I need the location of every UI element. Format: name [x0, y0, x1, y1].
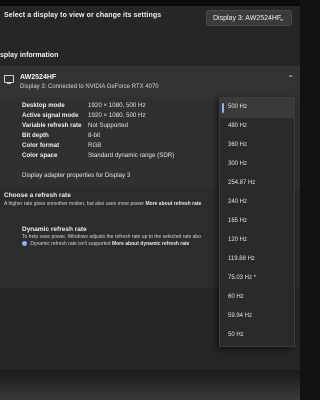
settings-window: Select a display to view or change its s… — [0, 6, 300, 370]
info-key: Variable refresh rate — [22, 122, 82, 129]
refresh-rate-option[interactable]: 50 Hz — [220, 326, 294, 346]
screen-bezel-bottom — [0, 370, 300, 400]
option-label: 119.88 Hz — [228, 256, 255, 262]
monitor-name: AW2524HF — [20, 74, 57, 81]
dynamic-refresh-rate-note: Dynamic refresh rate isn't supported Mor… — [22, 241, 189, 247]
option-label: 360 Hz — [228, 142, 248, 148]
option-label: 50 Hz — [228, 332, 244, 338]
refresh-rate-option[interactable]: 59.94 Hz — [220, 307, 294, 327]
monitor-icon — [4, 75, 14, 84]
more-about-refresh-rate-link[interactable]: More about refresh rate — [145, 201, 201, 207]
option-label: 59.94 Hz — [228, 313, 253, 319]
info-value: Not Supported — [88, 122, 128, 129]
display-info-header[interactable]: AW2524HF Display 3: Connected to NVIDIA … — [0, 66, 300, 98]
refresh-rate-option[interactable]: 119.88 Hz — [220, 250, 294, 270]
option-label: 120 Hz — [228, 237, 248, 243]
info-icon — [22, 241, 27, 246]
refresh-rate-option[interactable]: 240 Hz — [220, 193, 294, 213]
info-value: 1920 × 1080, 500 Hz — [88, 112, 146, 119]
display-select-dropdown[interactable]: Display 3: AW2524HF ⌄ — [206, 10, 292, 26]
monitor-connection-subtitle: Display 3: Connected to NVIDIA GeForce R… — [20, 84, 159, 90]
refresh-rate-option[interactable]: 500 Hz — [220, 98, 294, 118]
info-value: 8-bit — [88, 132, 101, 139]
option-label: 75.03 Hz * — [228, 275, 257, 281]
option-label: 60 Hz — [228, 294, 244, 300]
refresh-rate-title: Choose a refresh rate — [4, 192, 71, 199]
more-about-dynamic-refresh-link[interactable]: More about dynamic refresh rate — [112, 241, 190, 247]
chevron-down-icon: ⌄ — [278, 14, 285, 23]
refresh-rate-option[interactable]: 120 Hz — [220, 231, 294, 251]
section-heading-display-information: splay information — [0, 52, 59, 59]
dynamic-refresh-rate-title: Dynamic refresh rate — [22, 226, 87, 233]
refresh-rate-option[interactable]: 254.87 Hz — [220, 174, 294, 194]
refresh-rate-description: A higher rate gives smoother motion, but… — [4, 201, 224, 207]
info-value: 1920 × 1080, 500 Hz — [88, 102, 146, 109]
dynamic-refresh-rate-description: To help save power, Windows adjusts the … — [22, 234, 201, 240]
option-label: 254.87 Hz — [228, 180, 256, 186]
refresh-rate-option[interactable]: 75.03 Hz * — [220, 269, 294, 289]
display-select-value: Display 3: AW2524HF — [213, 15, 282, 22]
refresh-rate-option[interactable]: 480 Hz — [220, 117, 294, 137]
option-label: 240 Hz — [228, 199, 248, 205]
display-adapter-properties-link[interactable]: Display adapter properties for Display 3 — [22, 172, 130, 179]
info-key: Desktop mode — [22, 102, 65, 109]
option-label: 480 Hz — [228, 123, 248, 129]
info-key: Color format — [22, 142, 60, 149]
info-value: Standard dynamic range (SDR) — [88, 152, 175, 159]
refresh-rate-option[interactable]: 300 Hz — [220, 155, 294, 175]
select-display-label: Select a display to view or change its s… — [4, 12, 162, 19]
info-key: Bit depth — [22, 132, 49, 139]
option-label: 500 Hz — [228, 104, 248, 110]
option-label: 165 Hz — [228, 218, 248, 224]
refresh-rate-option[interactable]: 60 Hz — [220, 288, 294, 308]
info-key: Color space — [22, 152, 58, 159]
info-key: Active signal mode — [22, 112, 79, 119]
refresh-rate-desc-text: A higher rate gives smoother motion, but… — [4, 201, 145, 207]
option-label: 300 Hz — [228, 161, 248, 167]
chevron-up-icon[interactable]: ⌃ — [287, 74, 294, 83]
info-value: RGB — [88, 142, 102, 149]
refresh-rate-dropdown-list: 500 Hz 480 Hz 360 Hz 300 Hz 254.87 Hz 24… — [219, 97, 295, 347]
refresh-rate-option[interactable]: 360 Hz — [220, 136, 294, 156]
refresh-rate-option[interactable]: 165 Hz — [220, 212, 294, 232]
dynamic-refresh-note-text: Dynamic refresh rate isn't supported — [30, 241, 111, 247]
